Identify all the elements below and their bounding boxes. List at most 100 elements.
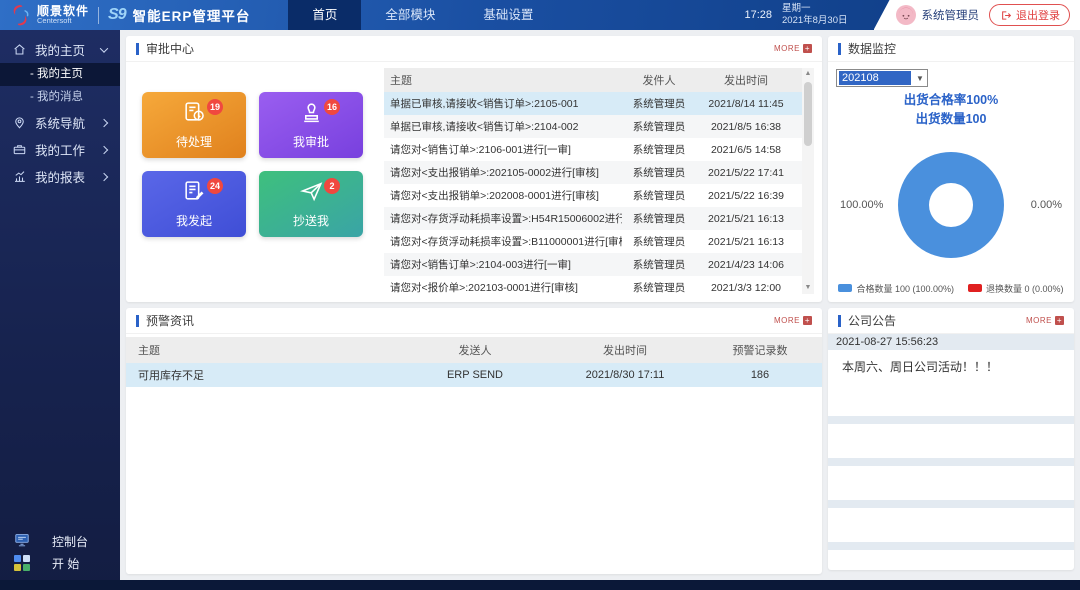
row-time: 2021/5/21 16:13 — [696, 213, 796, 225]
period-select-value: 202108 — [839, 71, 911, 85]
sidebar-footer-label: 开 始 — [52, 555, 79, 572]
tab-all-modules[interactable]: 全部模块 — [361, 0, 459, 30]
more-label: MORE — [774, 316, 800, 325]
column-header: 主题 — [138, 342, 410, 358]
row-sender: 系统管理员 — [622, 165, 696, 180]
paper-plane-icon — [299, 179, 324, 209]
row-time: 2021/3/3 12:00 — [696, 282, 796, 294]
approval-center-body: 待处理19我审批16我发起24抄送我2 主题发件人发出时间单据已审核,请接收<销… — [126, 62, 822, 302]
column-header: 发件人 — [622, 72, 696, 88]
sidebar-footer-console[interactable]: 控制台 — [14, 530, 120, 552]
start-grid-square — [23, 555, 30, 562]
row-time: 2021/4/23 14:06 — [696, 259, 796, 271]
tab-home[interactable]: 首页 — [288, 0, 361, 30]
approval-tile-my-approve[interactable]: 我审批16 — [259, 92, 363, 158]
approval-more-button[interactable]: MORE + — [774, 44, 812, 53]
right-column: 数据监控 202108 ▼ 出货合格率100% 出货数量100 100.00% — [828, 36, 1074, 574]
title-accent-bar — [838, 315, 841, 327]
sidebar-subitem-my-home[interactable]: - 我的主页 — [0, 63, 120, 86]
approval-row[interactable]: 请您对<存货浮动耗损率设置>:H54R15006002进行[审核]系统管理员20… — [384, 207, 802, 230]
legend-label: 退换数量 0 (0.00%) — [986, 282, 1064, 295]
donut-right-label: 0.00% — [1031, 199, 1062, 211]
alerts-table-header: 主题发送人发出时间预警记录数 — [126, 337, 822, 363]
announcements-list: 2021-08-27 15:56:23本周六、周日公司活动！！！ — [828, 334, 1074, 550]
username-label: 系统管理员 — [922, 7, 980, 23]
legend-item[interactable]: 合格数量 100 (100.00%) — [838, 282, 954, 295]
legend-label: 合格数量 100 (100.00%) — [856, 282, 954, 295]
approval-row[interactable]: 请您对<支出报销单>:202105-0002进行[审核]系统管理员2021/5/… — [384, 161, 802, 184]
clock-time: 17:28 — [744, 9, 772, 21]
approval-row[interactable]: 单据已审核,请接收<销售订单>:2104-002系统管理员2021/8/5 16… — [384, 115, 802, 138]
row-sender: 系统管理员 — [622, 188, 696, 203]
tile-label: 抄送我 — [293, 212, 329, 229]
sidebar-item-my-home[interactable]: 我的主页 — [0, 36, 120, 63]
approval-row[interactable]: 请您对<支出报销单>:202008-0001进行[审核]系统管理员2021/5/… — [384, 184, 802, 207]
sidebar-subitem-my-messages[interactable]: - 我的消息 — [0, 86, 120, 109]
announcements-more-button[interactable]: MORE + — [1026, 316, 1064, 325]
row-time: 2021/8/5 16:38 — [696, 121, 796, 133]
header-divider — [98, 7, 99, 24]
weekday-label: 星期一 — [782, 3, 847, 15]
start-grid-square — [14, 555, 21, 562]
announcement-empty-stripe — [828, 500, 1074, 508]
legend-swatch — [838, 284, 852, 292]
scroll-down-icon[interactable]: ▼ — [805, 282, 812, 294]
sidebar-item-my-work[interactable]: 我的工作 — [0, 136, 120, 163]
alerts-more-button[interactable]: MORE + — [774, 316, 812, 325]
sidebar-footer-start[interactable]: 开 始 — [14, 552, 120, 574]
approval-row[interactable]: 请您对<销售订单>:2106-001进行[一审]系统管理员2021/6/5 14… — [384, 138, 802, 161]
row-sender: 系统管理员 — [622, 119, 696, 134]
approval-table-scrollbar[interactable]: ▲ ▼ — [802, 68, 814, 294]
approval-center-header: 审批中心 MORE + — [126, 36, 822, 62]
legend-item[interactable]: 退换数量 0 (0.00%) — [968, 282, 1064, 295]
column-header: 预警记录数 — [710, 342, 810, 358]
bottom-taskbar-strip — [0, 580, 1080, 590]
tile-label: 待处理 — [176, 133, 212, 150]
announcements-panel: 公司公告 MORE + 2021-08-27 15:56:23本周六、周日公司活… — [828, 308, 1074, 570]
alert-row[interactable]: 可用库存不足ERP SEND2021/8/30 17:11186 — [126, 363, 822, 387]
row-subject: 请您对<销售订单>:2104-003进行[一审] — [390, 257, 622, 272]
scrollbar-thumb[interactable] — [804, 82, 812, 146]
approval-row[interactable]: 请您对<存货浮动耗损率设置>:B11000001进行[审核]系统管理员2021/… — [384, 230, 802, 253]
donut-chart — [898, 152, 1004, 258]
sidebar-item-system-nav[interactable]: 系统导航 — [0, 109, 120, 136]
tab-basic-settings[interactable]: 基础设置 — [459, 0, 557, 30]
row-subject: 可用库存不足 — [138, 367, 410, 383]
approval-row[interactable]: 单据已审核,请接收<销售订单>:2105-001系统管理员2021/8/14 1… — [384, 92, 802, 115]
s9-logo: S9 — [108, 6, 126, 24]
row-time: 2021/5/21 16:13 — [696, 236, 796, 248]
approval-tile-cc-me[interactable]: 抄送我 2 — [259, 171, 363, 237]
donut-hole — [929, 183, 973, 227]
row-subject: 单据已审核,请接收<销售订单>:2105-001 — [390, 96, 622, 111]
row-time: 2021/5/22 16:39 — [696, 190, 796, 202]
user-avatar[interactable] — [896, 5, 916, 25]
approval-center-title: 审批中心 — [146, 40, 194, 57]
announcement-empty-stripe — [828, 458, 1074, 466]
sidebar-item-my-reports[interactable]: 我的报表 — [0, 163, 120, 190]
row-sender: 系统管理员 — [622, 280, 696, 295]
user-area: 系统管理员 退出登录 — [874, 0, 1080, 30]
logout-button[interactable]: 退出登录 — [989, 4, 1070, 26]
period-select[interactable]: 202108 ▼ — [836, 69, 928, 87]
legend-swatch — [968, 284, 982, 292]
start-grid-square — [14, 564, 21, 571]
announcement-content[interactable]: 本周六、周日公司活动！！！ — [828, 350, 1074, 382]
more-grid-icon: + — [803, 316, 812, 325]
approval-row[interactable]: 请您对<报价单>:202103-0001进行[审核]系统管理员2021/3/3 … — [384, 276, 802, 299]
row-subject: 请您对<存货浮动耗损率设置>:H54R15006002进行[审核] — [390, 211, 622, 226]
approval-row[interactable]: 请您对<销售订单>:2104-003进行[一审]系统管理员2021/4/23 1… — [384, 253, 802, 276]
nav-tabs: 首页全部模块基础设置 — [288, 0, 557, 30]
approval-tile-pending[interactable]: 待处理19 — [142, 92, 246, 158]
tile-count-badge: 2 — [324, 178, 340, 194]
data-monitor-title: 数据监控 — [848, 40, 896, 57]
approval-tile-my-initiated[interactable]: 我发起24 — [142, 171, 246, 237]
alerts-title: 预警资讯 — [146, 312, 194, 329]
row-sender: 系统管理员 — [622, 211, 696, 226]
approval-center-panel: 审批中心 MORE + 待处理19我审批16我发起24抄送我2 主题发件人发出时… — [126, 36, 822, 302]
row-time: 2021/6/5 14:58 — [696, 144, 796, 156]
row-sender: 系统管理员 — [622, 96, 696, 111]
tile-count-badge: 16 — [324, 99, 340, 115]
scroll-up-icon[interactable]: ▲ — [805, 68, 812, 80]
row-subject: 单据已审核,请接收<销售订单>:2104-002 — [390, 119, 622, 134]
stamp-icon — [299, 100, 324, 130]
